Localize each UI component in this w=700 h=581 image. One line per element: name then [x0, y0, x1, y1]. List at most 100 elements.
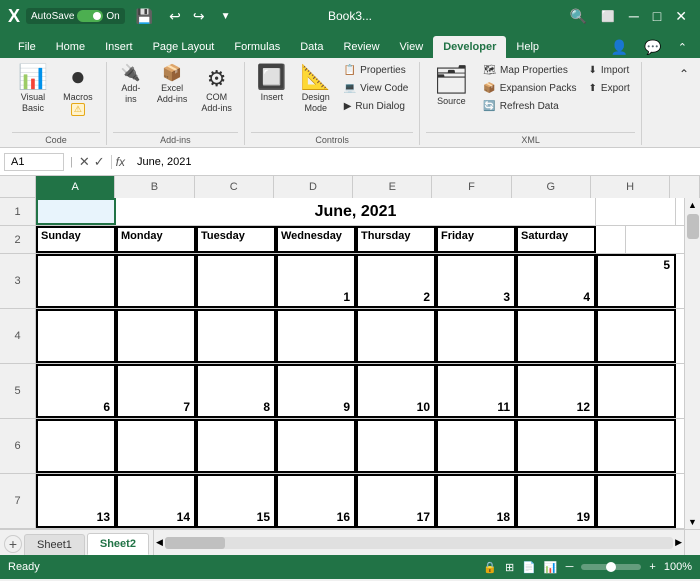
collapse-ribbon-chevron-button[interactable]: ⌃: [674, 64, 694, 84]
sheet-tab-sheet1[interactable]: Sheet1: [24, 534, 85, 555]
tab-developer[interactable]: Developer: [433, 36, 506, 58]
cell-F3[interactable]: 3: [436, 254, 516, 308]
view-page-layout-icon[interactable]: 📄: [522, 561, 536, 574]
zoom-plus-icon[interactable]: +: [649, 561, 655, 573]
cell-F6[interactable]: [436, 419, 516, 473]
ribbon-display-button[interactable]: ⬜: [596, 8, 620, 25]
cell-B5[interactable]: 7: [116, 364, 196, 418]
cell-B4[interactable]: [116, 309, 196, 363]
h-scroll-track[interactable]: [165, 537, 673, 549]
share-button[interactable]: 👤: [606, 37, 633, 58]
cell-G3[interactable]: 4: [516, 254, 596, 308]
accessibility-button[interactable]: 🔒: [483, 561, 497, 574]
cell-H3-extra[interactable]: 5: [596, 254, 676, 308]
cell-G7[interactable]: 19: [516, 474, 596, 528]
scroll-right-button[interactable]: ▶: [675, 537, 682, 548]
cell-C5[interactable]: 8: [196, 364, 276, 418]
cell-E6[interactable]: [356, 419, 436, 473]
horizontal-scrollbar[interactable]: ◀ ▶: [153, 530, 684, 555]
cell-F4[interactable]: [436, 309, 516, 363]
insert-control-button[interactable]: 🔲 Insert: [251, 62, 293, 107]
cell-E4[interactable]: [356, 309, 436, 363]
cell-E7[interactable]: 17: [356, 474, 436, 528]
refresh-data-button[interactable]: 🔄 Refresh Data: [478, 98, 581, 115]
sheet-tab-sheet2[interactable]: Sheet2: [87, 533, 149, 555]
tab-data[interactable]: Data: [290, 36, 333, 58]
cell-E2[interactable]: Thursday: [356, 226, 436, 253]
cell-H1[interactable]: [596, 198, 676, 225]
view-code-button[interactable]: 💻 View Code: [339, 80, 414, 97]
excel-add-ins-button[interactable]: 📦 ExcelAdd-ins: [151, 62, 194, 109]
cell-E3[interactable]: 2: [356, 254, 436, 308]
row-num-1[interactable]: 1: [0, 198, 36, 226]
col-header-B[interactable]: B: [115, 176, 194, 198]
vertical-scrollbar[interactable]: ▲ ▼: [684, 198, 700, 529]
cell-D5[interactable]: 9: [276, 364, 356, 418]
cancel-formula-icon[interactable]: ✕: [79, 154, 90, 170]
com-add-ins-button[interactable]: ⚙ COMAdd-ins: [195, 62, 238, 118]
scroll-thumb-v[interactable]: [687, 214, 699, 239]
map-properties-button[interactable]: 🗺 Map Properties: [478, 62, 581, 79]
close-button[interactable]: ✕: [670, 6, 692, 27]
collapse-ribbon-button[interactable]: ⌃: [673, 39, 692, 56]
cell-G5[interactable]: 12: [516, 364, 596, 418]
design-mode-button[interactable]: 📐 DesignMode: [295, 62, 337, 118]
cell-C3[interactable]: [196, 254, 276, 308]
expansion-packs-button[interactable]: 📦 Expansion Packs: [478, 80, 581, 97]
cell-A3[interactable]: [36, 254, 116, 308]
cell-F7[interactable]: 18: [436, 474, 516, 528]
cell-G2[interactable]: Saturday: [516, 226, 596, 253]
cell-D6[interactable]: [276, 419, 356, 473]
cell-D2[interactable]: Wednesday: [276, 226, 356, 253]
col-header-C[interactable]: C: [195, 176, 274, 198]
scroll-up-button[interactable]: ▲: [686, 198, 699, 212]
cell-G4[interactable]: [516, 309, 596, 363]
cell-D7[interactable]: 16: [276, 474, 356, 528]
cell-C2[interactable]: Tuesday: [196, 226, 276, 253]
search-button[interactable]: 🔍: [565, 6, 592, 27]
row-num-6[interactable]: 6: [0, 419, 36, 474]
tab-insert[interactable]: Insert: [95, 36, 143, 58]
cell-A7[interactable]: 13: [36, 474, 116, 528]
row-num-5[interactable]: 5: [0, 364, 36, 419]
cell-A5[interactable]: 6: [36, 364, 116, 418]
view-normal-icon[interactable]: ⊞: [505, 561, 514, 574]
row-num-4[interactable]: 4: [0, 309, 36, 364]
tab-review[interactable]: Review: [333, 36, 389, 58]
cell-A2[interactable]: Sunday: [36, 226, 116, 253]
autosave-toggle[interactable]: [77, 10, 103, 22]
cell-B1-G1[interactable]: June, 2021: [116, 198, 596, 225]
col-header-I[interactable]: [670, 176, 700, 198]
cell-H7-extra[interactable]: [596, 474, 676, 528]
view-page-break-icon[interactable]: 📊: [544, 561, 558, 574]
col-header-E[interactable]: E: [353, 176, 432, 198]
cell-D3[interactable]: 1: [276, 254, 356, 308]
cell-H2[interactable]: [596, 226, 626, 253]
cell-H5-extra[interactable]: [596, 364, 676, 418]
cell-D4[interactable]: [276, 309, 356, 363]
scroll-thumb-h[interactable]: [165, 537, 225, 549]
run-dialog-button[interactable]: ▶ Run Dialog: [339, 98, 414, 115]
scroll-left-button[interactable]: ◀: [156, 537, 163, 548]
row-num-7[interactable]: 7: [0, 474, 36, 529]
zoom-slider[interactable]: [581, 564, 641, 570]
row-num-3[interactable]: 3: [0, 254, 36, 309]
zoom-minus-icon[interactable]: ─: [566, 561, 574, 573]
col-header-G[interactable]: G: [512, 176, 591, 198]
tab-home[interactable]: Home: [46, 36, 95, 58]
cell-G6[interactable]: [516, 419, 596, 473]
source-button[interactable]: 🗂 Source: [426, 62, 476, 111]
maximize-button[interactable]: □: [648, 6, 666, 26]
col-header-A[interactable]: A: [36, 176, 115, 198]
formula-input[interactable]: [133, 156, 696, 168]
cell-ref-box[interactable]: A1: [4, 153, 64, 171]
undo-button[interactable]: ↩: [164, 6, 186, 27]
comments-button[interactable]: 💬: [639, 37, 666, 58]
tab-page-layout[interactable]: Page Layout: [143, 36, 225, 58]
cell-H4-extra[interactable]: [596, 309, 676, 363]
confirm-formula-icon[interactable]: ✓: [94, 154, 105, 170]
cell-A6[interactable]: [36, 419, 116, 473]
properties-button[interactable]: 📋 Properties: [339, 62, 414, 79]
save-button[interactable]: 💾: [131, 6, 158, 27]
import-button[interactable]: ⬇ Import: [584, 62, 635, 79]
